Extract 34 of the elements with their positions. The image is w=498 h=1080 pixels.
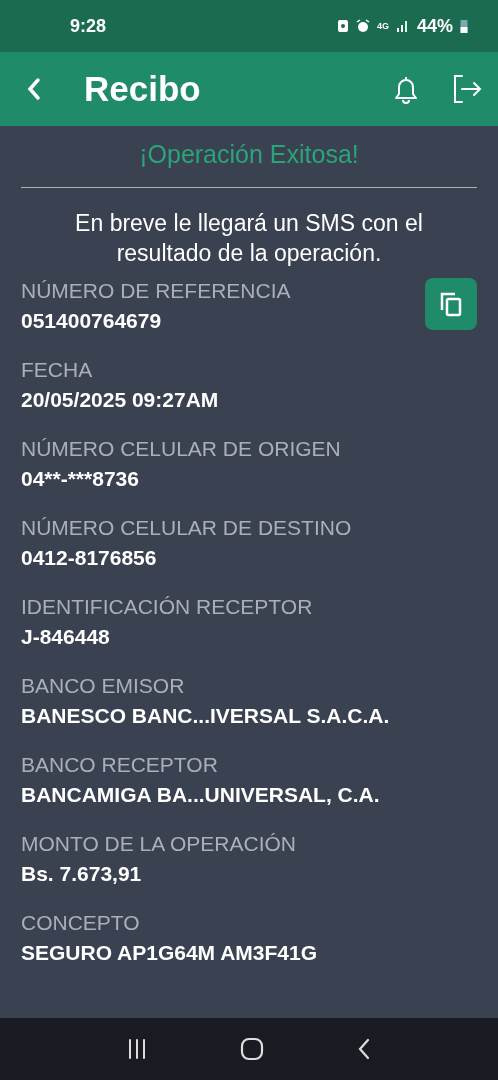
battery-icon: [460, 19, 468, 33]
field-value: 04**-***8736: [21, 466, 140, 492]
page-title: Recibo: [84, 69, 202, 109]
battery-percentage: 44%: [416, 15, 453, 37]
info-message: En breve le llegará un SMS con el resultado de la operación.: [74, 209, 424, 268]
status-time: 9:28: [70, 15, 107, 37]
field-value: Bs. 7.673,91: [21, 861, 143, 887]
field-label: FECHA: [21, 357, 94, 383]
field-value: BANESCO BANC...IVERSAL S.A.C.A.: [21, 703, 390, 729]
recent-apps-icon[interactable]: [126, 1039, 147, 1059]
field-label: CONCEPTO: [21, 910, 141, 936]
field-label: IDENTIFICACIÓN RECEPTOR: [21, 594, 313, 620]
field-value: BANCAMIGA BA...UNIVERSAL, C.A.: [21, 782, 380, 808]
field-value: 051400764679: [21, 308, 163, 334]
field-label: MONTO DE LA OPERACIÓN: [21, 831, 296, 857]
back-nav-icon[interactable]: [357, 1037, 372, 1061]
field-value: J-846448: [21, 624, 111, 650]
field-label: NÚMERO CELULAR DE ORIGEN: [21, 436, 341, 462]
back-icon[interactable]: [26, 77, 42, 101]
network-label: 4G: [376, 21, 389, 31]
alarm-icon: [355, 19, 370, 33]
lock-icon: [336, 19, 349, 33]
field-label: BANCO RECEPTOR: [21, 752, 219, 778]
field-label: NÚMERO DE REFERENCIA: [21, 278, 291, 304]
home-icon[interactable]: [240, 1037, 264, 1061]
signal-icon: [395, 20, 410, 32]
field-value: 20/05/2025 09:27AM: [21, 387, 219, 413]
copy-icon: [439, 291, 463, 317]
field-label: BANCO EMISOR: [21, 673, 186, 699]
success-title: ¡Operación Exitosa!: [138, 140, 360, 169]
field-value: SEGURO AP1G64M AM3F41G: [21, 940, 318, 966]
copy-button[interactable]: [425, 278, 477, 330]
field-label: NÚMERO CELULAR DE DESTINO: [21, 515, 352, 541]
field-value: 0412-8176856: [21, 545, 158, 571]
